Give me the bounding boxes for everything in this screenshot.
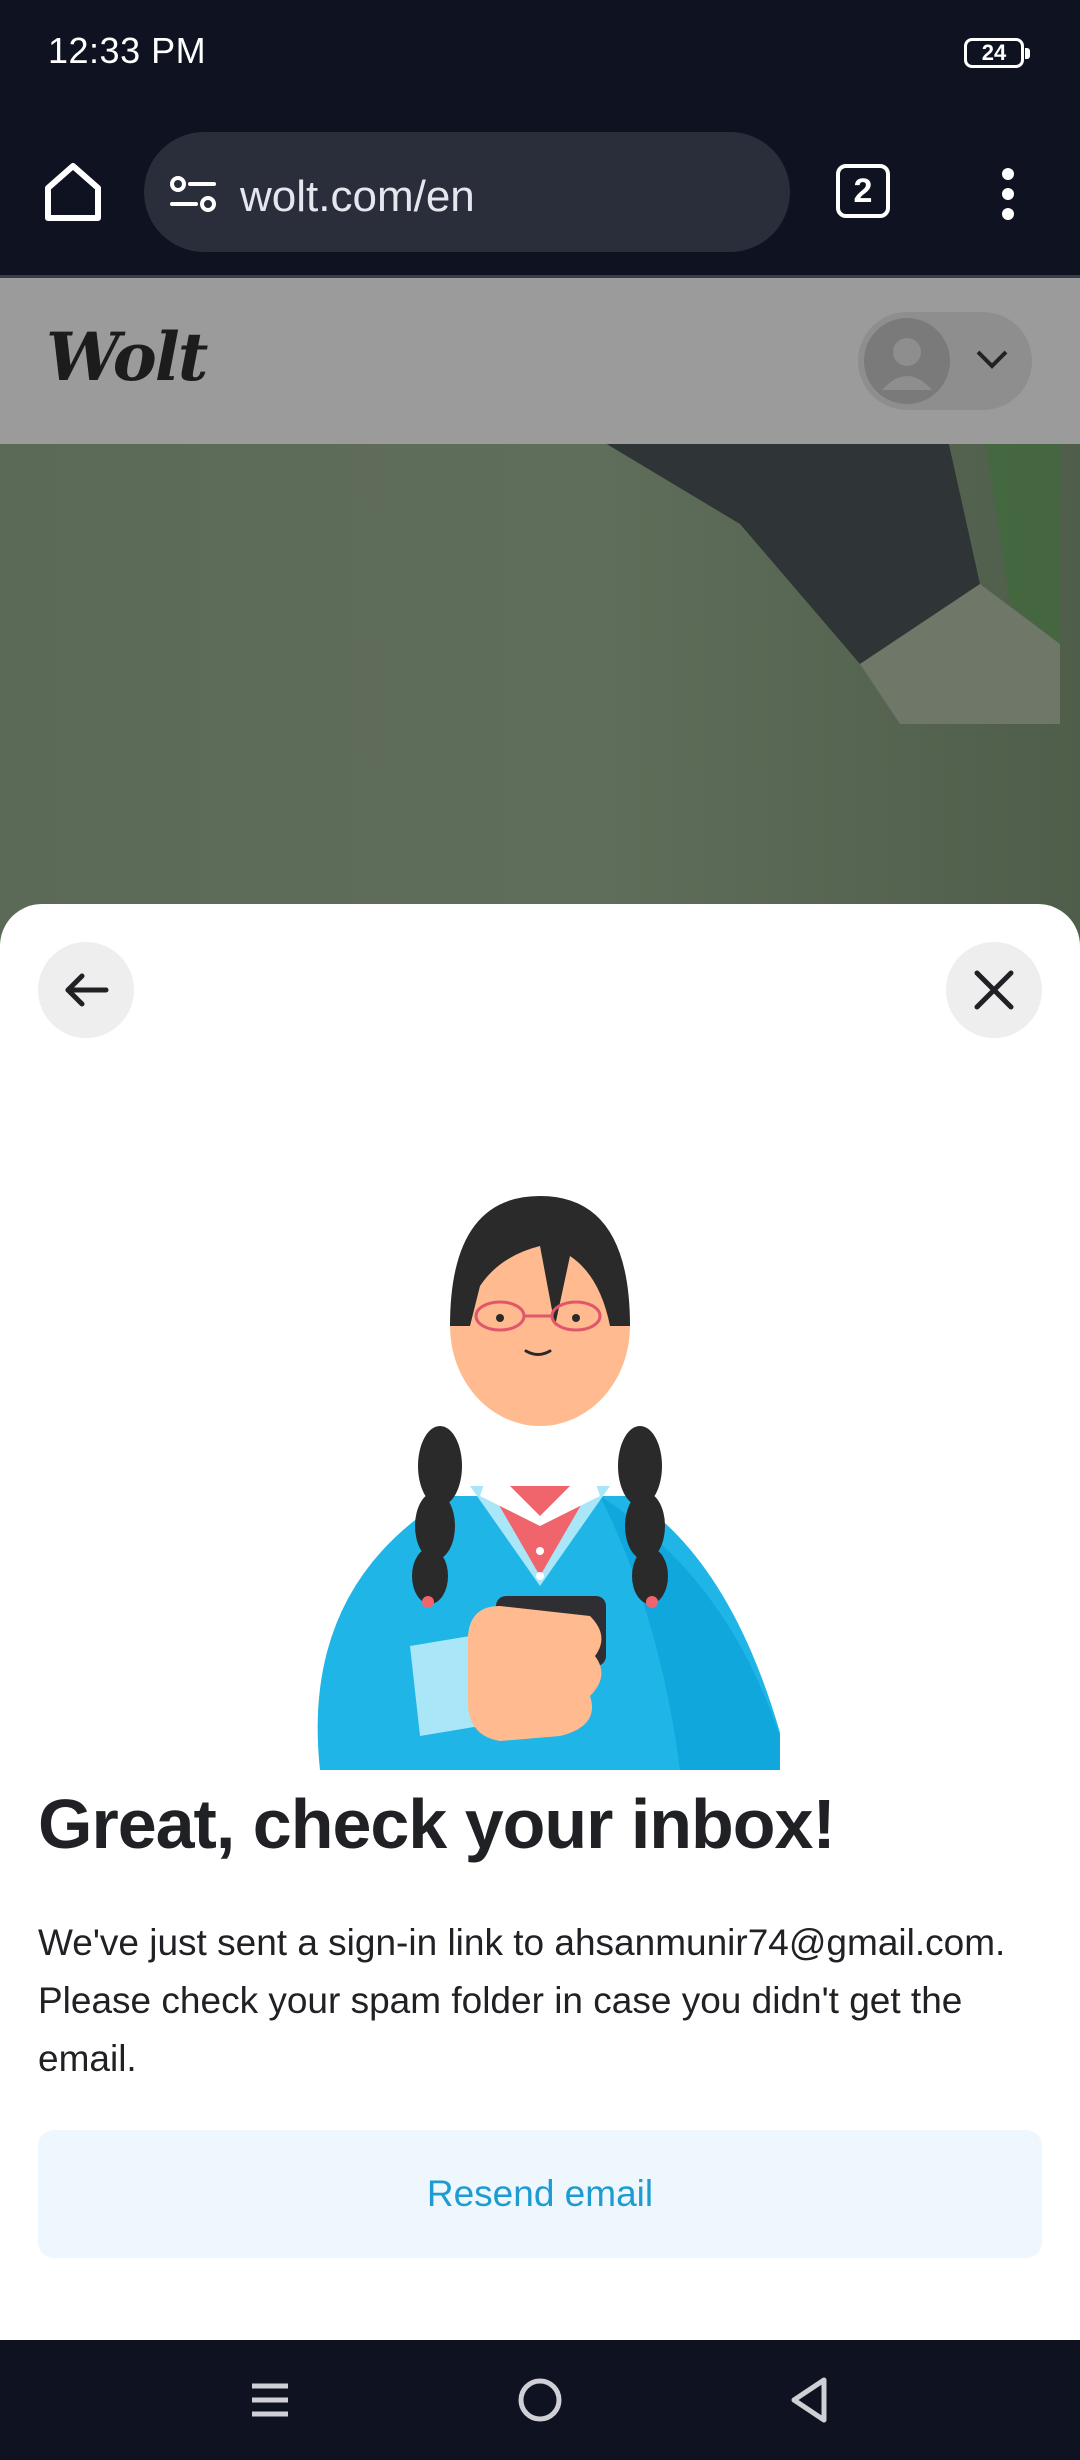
tabs-button[interactable]: 2 xyxy=(836,164,890,218)
more-vert-icon[interactable] xyxy=(990,164,1026,224)
back-button[interactable] xyxy=(38,942,134,1038)
system-nav-bar xyxy=(0,2340,1080,2460)
avatar-icon xyxy=(864,318,950,404)
girl-with-phone-illustration xyxy=(317,1196,780,1770)
back-triangle-icon[interactable] xyxy=(780,2370,840,2430)
profile-menu-button[interactable] xyxy=(858,312,1032,410)
battery-icon: 24 xyxy=(964,38,1030,68)
browser-toolbar: wolt.com/en 2 xyxy=(0,108,1080,278)
bottom-sheet: Great, check your inbox! We've just sent… xyxy=(0,904,1080,2340)
status-time: 12:33 PM xyxy=(48,30,207,71)
url-text: wolt.com/en xyxy=(240,172,475,221)
wolt-logo[interactable]: Wolt xyxy=(46,318,208,396)
sheet-message: We've just sent a sign-in link to ahsanm… xyxy=(38,1922,1006,2079)
hero-photo-shape xyxy=(606,444,1060,724)
arrow-back-icon xyxy=(65,973,109,1007)
sheet-title: Great, check your inbox! xyxy=(38,1785,836,1863)
close-button[interactable] xyxy=(946,942,1042,1038)
status-bar: 12:33 PM 24 xyxy=(0,0,1080,108)
hero-image xyxy=(0,444,1080,964)
page-header: Wolt xyxy=(0,278,1080,444)
url-bar[interactable]: wolt.com/en xyxy=(144,132,790,252)
home-icon xyxy=(45,163,101,221)
recents-icon[interactable] xyxy=(240,2370,300,2430)
home-circle-icon[interactable] xyxy=(510,2370,570,2430)
home-button[interactable] xyxy=(38,156,108,226)
resend-email-button[interactable]: Resend email xyxy=(38,2130,1042,2258)
close-icon xyxy=(974,970,1014,1010)
chevron-down-icon xyxy=(976,350,1008,369)
site-settings-icon[interactable] xyxy=(168,174,218,214)
